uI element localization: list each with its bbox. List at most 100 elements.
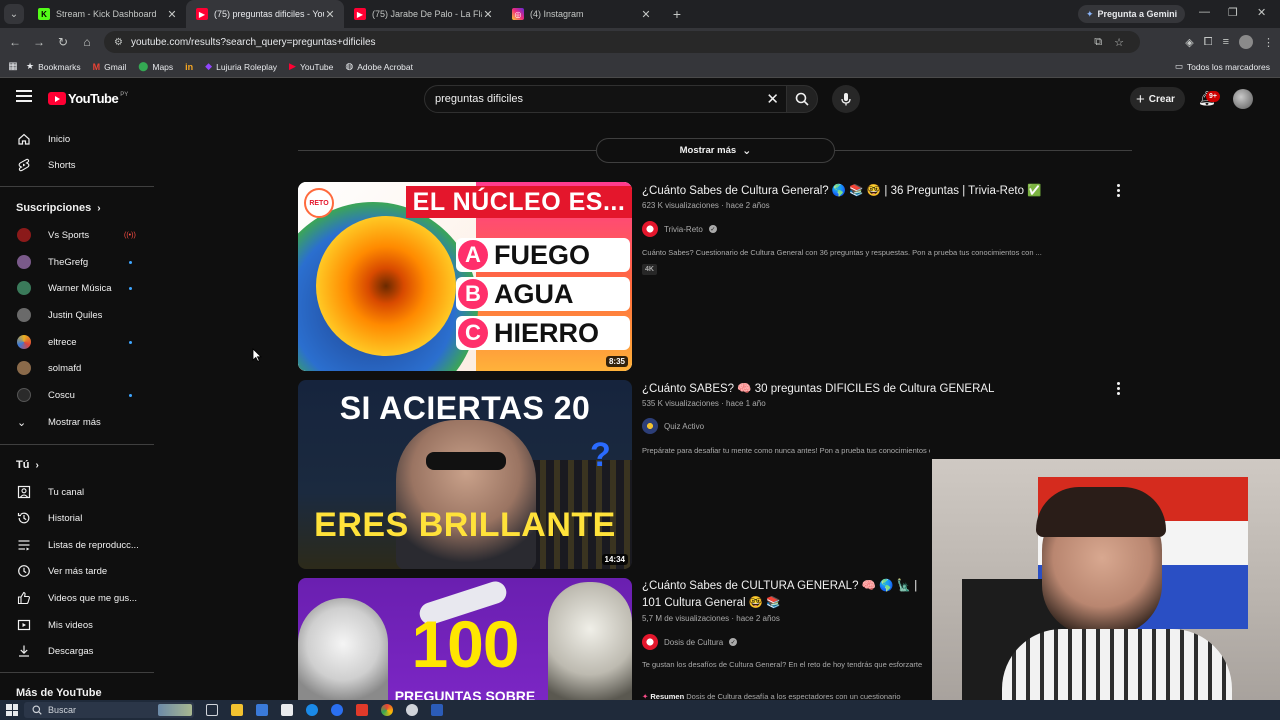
tab-search-button[interactable]: ⌄ [4, 4, 24, 24]
video-description: Cuánto Sabes? Cuestionario de Cultura Ge… [642, 248, 1042, 257]
search-input[interactable]: preguntas dificiles ✕ [424, 85, 790, 113]
sidebar-show-more[interactable]: ⌄ Mostrar más [0, 409, 154, 435]
voice-search-button[interactable] [832, 85, 860, 113]
download-icon [0, 644, 48, 658]
widgets-icon[interactable] [158, 704, 192, 716]
search-button[interactable] [786, 85, 818, 113]
file-explorer-icon[interactable] [231, 704, 243, 716]
channel-row[interactable]: Quiz Activo [642, 418, 704, 434]
video-title[interactable]: ¿Cuánto Sabes de Cultura General? 🌎 📚 🤓 … [642, 183, 1092, 200]
bookmark-item[interactable]: ◍ Adobe Acrobat [345, 61, 413, 72]
browser-tab-youtube-search[interactable]: ▶ (75) preguntas dificiles - YouTub ✕ [186, 0, 344, 28]
sidebar-item-historial[interactable]: Historial [0, 505, 154, 531]
more-actions-icon[interactable] [1114, 382, 1122, 395]
edge-icon[interactable] [306, 704, 318, 716]
browser-tab-kick[interactable]: K Stream - Kick Dashboard ✕ [28, 0, 186, 28]
clear-search-icon[interactable]: ✕ [766, 90, 779, 108]
sidebar-item-descargas[interactable]: Descargas [0, 638, 154, 664]
browser-tab-jarabe[interactable]: ▶ (75) Jarabe De Palo - La Flaca ( ✕ [344, 0, 502, 28]
sidebar-item-listas[interactable]: Listas de reproducc... [0, 532, 154, 558]
reload-icon[interactable]: ↻ [51, 35, 75, 49]
obs-icon[interactable] [406, 704, 418, 716]
browser-icon[interactable] [331, 704, 343, 716]
close-window-icon[interactable]: ✕ [1257, 6, 1266, 19]
sidebar-channel-warner[interactable]: Warner Música [0, 275, 154, 301]
shorts-icon [0, 158, 48, 172]
bookmark-item[interactable]: in [185, 62, 193, 72]
channel-row[interactable]: Dosis de Cultura ✓ [642, 634, 738, 650]
sidebar-channel-solmafd[interactable]: solmafd [0, 355, 154, 381]
sidebar-item-inicio[interactable]: Inicio [0, 126, 154, 152]
sidebar-divider [0, 444, 154, 445]
youtube-wordmark: YouTube [68, 91, 119, 106]
create-button[interactable]: + Crear [1130, 87, 1185, 111]
outlook-icon[interactable] [256, 704, 268, 716]
video-title[interactable]: ¿Cuánto SABES? 🧠 30 preguntas DIFICILES … [642, 381, 1102, 398]
sidebar-channel-thegrefg[interactable]: TheGrefg [0, 249, 154, 275]
bookmark-item[interactable]: M Gmail [93, 62, 127, 72]
home-icon[interactable]: ⌂ [75, 35, 99, 49]
forward-icon[interactable]: → [27, 35, 51, 49]
puzzle-icon[interactable]: ⧠ [1204, 36, 1213, 49]
more-actions-icon[interactable] [1114, 184, 1122, 197]
install-app-icon[interactable]: ⧉ [1094, 36, 1102, 49]
video-thumbnail[interactable]: SI ACIERTAS 20 ? ERES BRILLANTE 14:34 [298, 380, 632, 569]
sidebar-item-mis-videos[interactable]: Mis videos [0, 612, 154, 638]
channel-row[interactable]: Trivia-Reto ✓ [642, 221, 717, 237]
media-icon[interactable]: ≡ [1223, 36, 1229, 48]
folder-icon: ▭ [1174, 61, 1183, 71]
minimize-icon[interactable]: — [1199, 6, 1210, 18]
task-view-icon[interactable] [206, 704, 218, 716]
menu-icon[interactable] [16, 90, 32, 102]
close-tab-icon[interactable]: ✕ [482, 8, 494, 21]
bookmark-star-icon[interactable]: ☆ [1114, 36, 1124, 49]
windows-start-icon[interactable] [6, 704, 18, 716]
quiz-option-a: A FUEGO [456, 238, 630, 272]
clock-icon [0, 564, 48, 578]
sidebar-item-label: Descargas [48, 645, 94, 657]
bookmark-item[interactable]: ▶ YouTube [289, 61, 333, 72]
close-tab-icon[interactable]: ✕ [324, 8, 336, 21]
site-info-icon[interactable]: ⚙ [114, 37, 123, 48]
notepad-icon[interactable] [281, 704, 293, 716]
word-icon[interactable] [431, 704, 443, 716]
sidebar-item-shorts[interactable]: Shorts [0, 152, 154, 178]
gemini-button[interactable]: ✦ Pregunta a Gemini [1078, 5, 1186, 23]
sidebar-channel-eltrece[interactable]: eltrece [0, 329, 154, 355]
extension-icon[interactable]: ◈ [1185, 36, 1193, 49]
bookmark-item[interactable]: ◆ Lujuria Roleplay [205, 61, 277, 72]
chrome-icon[interactable] [381, 704, 393, 716]
close-tab-icon[interactable]: ✕ [166, 8, 178, 21]
sidebar-item-label: Mis videos [48, 619, 93, 631]
chrome-menu-icon[interactable]: ⋮ [1263, 36, 1274, 49]
quality-badge: 4K [642, 264, 657, 275]
show-more-button[interactable]: Mostrar más ⌄ [596, 138, 835, 163]
video-title[interactable]: ¿Cuánto Sabes de CULTURA GENERAL? 🧠 🌎 🗽 … [642, 578, 932, 612]
video-thumbnail[interactable]: 100 PREGUNTAS SOBRE [298, 578, 632, 700]
restore-icon[interactable]: ❐ [1228, 6, 1238, 19]
apps-grid-icon[interactable]: ▦ [0, 61, 26, 72]
browser-tab-instagram[interactable]: ◎ (4) Instagram ✕ [502, 0, 660, 28]
subscriptions-header[interactable]: Suscripciones › [16, 202, 101, 214]
avatar [17, 388, 31, 402]
address-bar[interactable]: ⚙ youtube.com/results?search_query=pregu… [104, 31, 1140, 53]
avatar [642, 634, 658, 650]
sidebar-item-ver-mas-tarde[interactable]: Ver más tarde [0, 558, 154, 584]
video-thumbnail[interactable]: RETO EL NÚCLEO ES... A FUEGO B AGUA C HI… [298, 182, 632, 371]
sidebar-item-tu-canal[interactable]: Tu canal [0, 479, 154, 505]
sidebar-channel-justin-quiles[interactable]: Justin Quiles [0, 302, 154, 328]
new-tab-button[interactable]: + [666, 6, 688, 22]
close-tab-icon[interactable]: ✕ [640, 8, 652, 21]
account-avatar[interactable] [1233, 89, 1253, 109]
sidebar-channel-vs-sports[interactable]: Vs Sports ((•)) [0, 222, 154, 248]
youtube-logo[interactable]: YouTube PY [48, 91, 128, 106]
bookmark-item[interactable]: ⬤ Maps [138, 61, 173, 72]
back-icon[interactable]: ← [3, 35, 27, 49]
sidebar-item-videos-me-gustan[interactable]: Videos que me gus... [0, 585, 154, 611]
profile-avatar[interactable] [1239, 35, 1253, 49]
you-header[interactable]: Tú › [16, 459, 39, 471]
bookmark-item[interactable]: ★ Bookmarks [26, 61, 81, 72]
sidebar-channel-coscu[interactable]: Coscu [0, 382, 154, 408]
brave-icon[interactable] [356, 704, 368, 716]
all-bookmarks[interactable]: ▭ Todos los marcadores [1175, 61, 1270, 72]
